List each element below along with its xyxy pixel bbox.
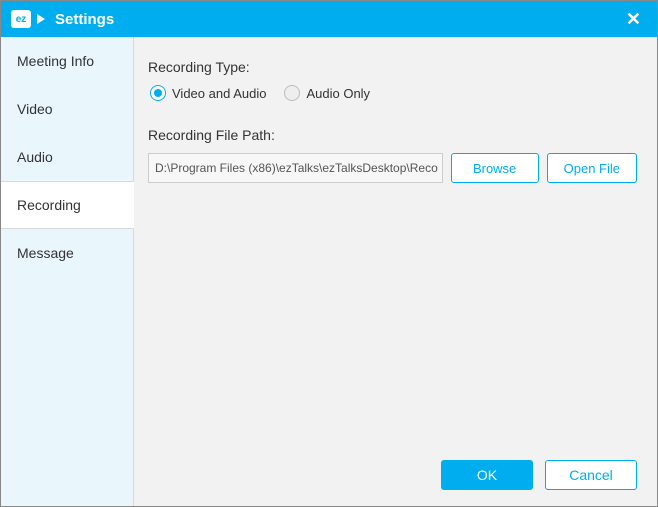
radio-icon <box>284 85 300 101</box>
logo-badge-icon: ez <box>11 10 31 28</box>
settings-window: ez Settings ✕ Meeting Info Video Audio R… <box>0 0 658 507</box>
camera-icon <box>37 14 45 24</box>
sidebar: Meeting Info Video Audio Recording Messa… <box>1 37 134 506</box>
radio-label: Audio Only <box>306 86 370 101</box>
recording-type-label: Recording Type: <box>148 59 637 75</box>
sidebar-item-video[interactable]: Video <box>1 85 133 133</box>
app-logo: ez <box>11 10 45 28</box>
sidebar-item-recording[interactable]: Recording <box>1 181 134 229</box>
path-row: D:\Program Files (x86)\ezTalks\ezTalksDe… <box>148 153 637 183</box>
footer-buttons: OK Cancel <box>148 446 637 490</box>
sidebar-item-meeting-info[interactable]: Meeting Info <box>1 37 133 85</box>
recording-type-radios: Video and Audio Audio Only <box>150 85 637 101</box>
cancel-button[interactable]: Cancel <box>545 460 637 490</box>
titlebar: ez Settings ✕ <box>1 1 657 37</box>
body: Meeting Info Video Audio Recording Messa… <box>1 37 657 506</box>
radio-icon <box>150 85 166 101</box>
open-file-button[interactable]: Open File <box>547 153 637 183</box>
window-title: Settings <box>55 11 114 28</box>
main-panel: Recording Type: Video and Audio Audio On… <box>134 37 657 506</box>
close-icon[interactable]: ✕ <box>620 5 647 34</box>
sidebar-item-audio[interactable]: Audio <box>1 133 133 181</box>
radio-label: Video and Audio <box>172 86 266 101</box>
sidebar-item-message[interactable]: Message <box>1 229 133 277</box>
radio-audio-only[interactable]: Audio Only <box>284 85 370 101</box>
recording-path-label: Recording File Path: <box>148 127 637 143</box>
radio-video-and-audio[interactable]: Video and Audio <box>150 85 266 101</box>
browse-button[interactable]: Browse <box>451 153 539 183</box>
recording-path-input[interactable]: D:\Program Files (x86)\ezTalks\ezTalksDe… <box>148 153 443 183</box>
ok-button[interactable]: OK <box>441 460 533 490</box>
